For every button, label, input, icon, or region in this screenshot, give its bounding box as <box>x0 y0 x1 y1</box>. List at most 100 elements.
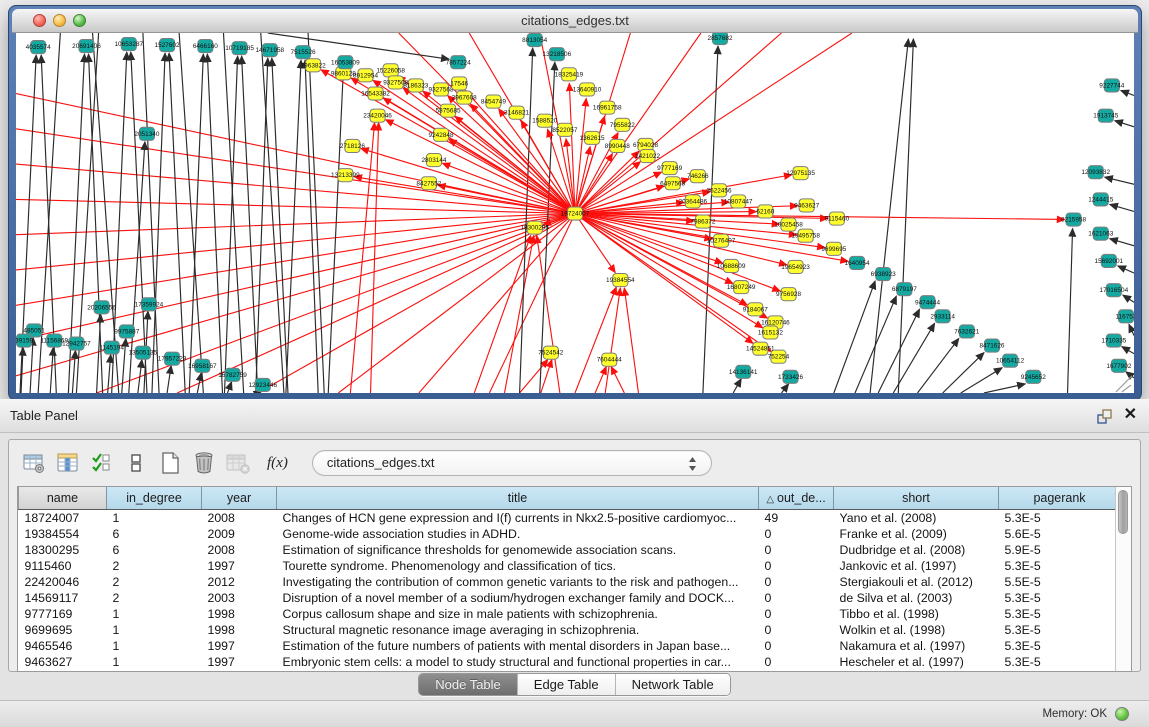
table-cell[interactable]: 0 <box>759 574 834 590</box>
graph-node[interactable]: 1244415 <box>1088 193 1113 206</box>
window-titlebar[interactable]: citations_edges.txt <box>12 9 1138 33</box>
graph-node[interactable]: 1527602 <box>155 39 180 52</box>
graph-node[interactable]: 4035574 <box>26 41 51 54</box>
graph-node[interactable]: 12093832 <box>1081 166 1110 179</box>
table-cell[interactable]: 5.3E-5 <box>999 654 1116 670</box>
graph-node[interactable]: 2933114 <box>930 310 955 323</box>
graph-node[interactable]: 17016504 <box>1100 284 1129 297</box>
graph-node[interactable]: 16961758 <box>593 101 622 114</box>
graph-node[interactable]: 12975135 <box>786 167 815 180</box>
graph-node[interactable]: 10025458 <box>774 218 803 231</box>
graph-node[interactable]: 8912954 <box>353 69 378 82</box>
table-cell[interactable]: 1998 <box>202 622 277 638</box>
graph-node[interactable]: 18325419 <box>555 68 584 81</box>
table-cell[interactable]: 0 <box>759 542 834 558</box>
table-cell[interactable]: 2 <box>107 558 202 574</box>
table-cell[interactable]: Wolkin et al. (1998) <box>834 622 999 638</box>
tab-edge-table[interactable]: Edge Table <box>517 674 615 695</box>
table-cell[interactable]: Jankovic et al. (1997) <box>834 558 999 574</box>
graph-node[interactable]: 1588520 <box>532 114 557 127</box>
graph-node[interactable]: 10807447 <box>724 195 753 208</box>
table-cell[interactable]: 0 <box>759 558 834 574</box>
table-cell[interactable]: 1997 <box>202 638 277 654</box>
delete-table-icon[interactable] <box>191 450 217 476</box>
table-cell[interactable]: 0 <box>759 638 834 654</box>
table-row[interactable]: 911546021997Tourette syndrome. Phenomeno… <box>19 558 1116 574</box>
remove-column-icon[interactable] <box>225 450 251 476</box>
graph-node[interactable]: 62160 <box>756 205 774 218</box>
table-cell[interactable]: 9777169 <box>19 606 107 622</box>
table-cell[interactable]: 1 <box>107 510 202 527</box>
table-row[interactable]: 1456911722003Disruption of a novel membe… <box>19 590 1116 606</box>
graph-node[interactable]: 2803144 <box>421 154 446 167</box>
table-cell[interactable]: 1 <box>107 622 202 638</box>
table-cell[interactable]: 5.6E-5 <box>999 526 1116 542</box>
graph-node[interactable]: 9975887 <box>114 325 139 338</box>
table-cell[interactable]: 2008 <box>202 542 277 558</box>
table-cell[interactable]: 2012 <box>202 574 277 590</box>
table-cell[interactable]: Structural magnetic resonance image aver… <box>277 622 759 638</box>
table-cell[interactable]: 2008 <box>202 510 277 527</box>
graph-node[interactable]: 7955822 <box>610 118 635 131</box>
table-cell[interactable]: 18724007 <box>19 510 107 527</box>
graph-node[interactable]: 6938923 <box>871 267 896 280</box>
column-header-in-degree[interactable]: in_degree <box>107 487 202 510</box>
graph-node[interactable]: 39159 <box>16 334 33 347</box>
table-cell[interactable]: 2009 <box>202 526 277 542</box>
graph-node[interactable]: 16958167 <box>188 359 217 372</box>
window-zoom-button[interactable] <box>73 14 86 27</box>
table-cell[interactable]: Tibbo et al. (1998) <box>834 606 999 622</box>
table-scrollbar[interactable] <box>1115 487 1131 671</box>
row-height-icon[interactable] <box>123 450 149 476</box>
graph-node[interactable]: 5875685 <box>436 104 461 117</box>
table-cell[interactable]: 0 <box>759 590 834 606</box>
table-cell[interactable]: 9465546 <box>19 638 107 654</box>
function-builder-icon[interactable]: f(x) <box>267 455 288 472</box>
table-cell[interactable]: 5.9E-5 <box>999 542 1116 558</box>
graph-node[interactable]: 9756928 <box>776 288 801 301</box>
table-cell[interactable]: Estimation of the future numbers of pati… <box>277 638 759 654</box>
table-cell[interactable]: 5.3E-5 <box>999 558 1116 574</box>
graph-node[interactable]: 19384554 <box>606 274 635 287</box>
table-cell[interactable]: 9463627 <box>19 654 107 670</box>
graph-node[interactable]: 9242848 <box>429 128 454 141</box>
create-table-icon[interactable] <box>157 450 183 476</box>
table-cell[interactable]: de Silva et al. (2003) <box>834 590 999 606</box>
graph-node[interactable]: 1733426 <box>778 370 803 383</box>
graph-node[interactable]: 9227744 <box>1099 79 1124 92</box>
column-header-title[interactable]: title <box>277 487 759 510</box>
table-cell[interactable]: Franke et al. (2009) <box>834 526 999 542</box>
table-row[interactable]: 946362711997Embryonic stem cells: a mode… <box>19 654 1116 670</box>
table-cell[interactable]: 9699695 <box>19 622 107 638</box>
graph-node[interactable]: 746266 <box>687 170 709 183</box>
table-cell[interactable]: 22420046 <box>19 574 107 590</box>
graph-node[interactable]: 17359924 <box>135 298 164 311</box>
graph-node[interactable]: 12923446 <box>248 378 277 391</box>
graph-node[interactable]: 19654923 <box>781 260 810 273</box>
table-cell[interactable]: 0 <box>759 654 834 670</box>
graph-node[interactable]: 17957223 <box>158 352 187 365</box>
table-cell[interactable]: 0 <box>759 606 834 622</box>
graph-node[interactable]: 7515526 <box>291 46 316 59</box>
table-cell[interactable]: Disruption of a novel member of a sodium… <box>277 590 759 606</box>
graph-node[interactable]: 9474444 <box>915 296 940 309</box>
graph-node[interactable]: 2051340 <box>134 127 159 140</box>
scrollbar-thumb[interactable] <box>1118 490 1128 534</box>
graph-node[interactable]: 1362615 <box>580 131 605 144</box>
tab-node-table[interactable]: Node Table <box>419 674 517 695</box>
table-cell[interactable]: 1997 <box>202 654 277 670</box>
table-row[interactable]: 1872400712008Changes of HCN gene express… <box>19 510 1116 527</box>
table-cell[interactable]: 5.3E-5 <box>999 606 1116 622</box>
graph-node[interactable]: 20691406 <box>72 40 101 53</box>
table-cell[interactable]: 5.3E-5 <box>999 622 1116 638</box>
graph-node[interactable]: 17546 <box>450 77 468 90</box>
graph-node[interactable]: 13218506 <box>543 48 572 61</box>
table-cell[interactable]: 0 <box>759 526 834 542</box>
column-header-name[interactable]: name <box>19 487 107 510</box>
graph-node[interactable]: 15226058 <box>376 64 405 77</box>
table-row[interactable]: 977716911998Corpus callosum shape and si… <box>19 606 1116 622</box>
graph-node[interactable]: 1710335 <box>1101 334 1126 347</box>
column-header-year[interactable]: year <box>202 487 277 510</box>
graph-node[interactable]: 2718126 <box>340 139 365 152</box>
table-cell[interactable]: 2003 <box>202 590 277 606</box>
